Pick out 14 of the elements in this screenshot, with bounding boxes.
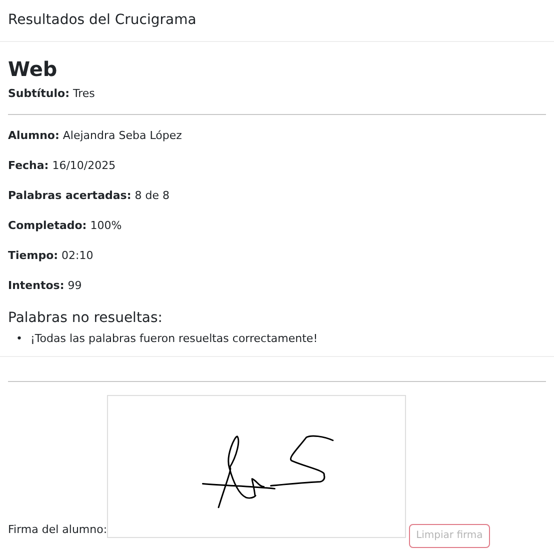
result-field: Completado: 100% [8, 218, 546, 232]
result-field: Alumno: Alejandra Seba López [8, 128, 546, 142]
result-field: Intentos: 99 [8, 278, 546, 292]
section-heading: Palabras no resueltas: [8, 308, 164, 326]
result-field: Palabras acertadas: 8 de 8 [8, 188, 546, 202]
subtitle-text: Subtítulo: Tres [8, 86, 96, 102]
header-title: Resultados del Crucigrama [8, 11, 196, 30]
page-title: Web [8, 56, 58, 82]
result-field: Tiempo: 02:10 [8, 248, 546, 262]
signature-pad[interactable] [107, 394, 406, 538]
signature-label: Firma del alumno: [8, 522, 108, 536]
bullet-marker: • [16, 332, 22, 346]
result-field: Fecha: 16/10/2025 [8, 158, 546, 172]
list-item-text: ¡Todas las palabras fueron resueltas correctamente! [30, 332, 318, 346]
